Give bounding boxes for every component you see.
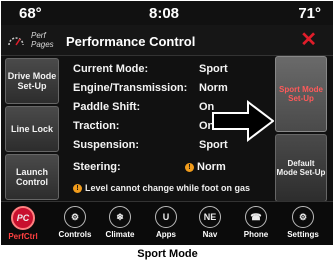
traction-label: Traction: [73,120,120,132]
gas-warning-note: ! Level cannot change while foot on gas [73,183,251,194]
nav-climate[interactable]: ❄ Climate [98,206,142,239]
nav-perfctrl[interactable]: PC PerfCtrl [1,206,45,241]
clock: 8:08 [149,5,180,22]
current-mode-value: Sport [199,63,228,75]
nav-settings[interactable]: ⚙ Settings [281,206,325,239]
engine-transmission-value: Norm [199,82,228,94]
infotainment-screen: 68° 8:08 71° Perf Pages Performance Cont… [1,1,333,245]
figure-caption: Sport Mode [137,248,198,260]
perf-control-icon: PC [11,206,35,230]
launch-control-button[interactable]: Launch Control [5,154,59,200]
engine-transmission-label: Engine/Transmission: [73,82,188,94]
driver-temperature[interactable]: 68° [19,5,42,22]
nav-navigation[interactable]: NE Nav [188,206,232,239]
nav-label: Nav [202,230,218,239]
climate-icon: ❄ [109,206,131,228]
drive-mode-setup-label: Drive Mode Set-Up [7,71,57,91]
list-item: Engine/Transmission: Norm [69,82,269,98]
close-icon[interactable]: ✕ [300,30,317,50]
status-bar: 68° 8:08 71° [1,1,333,25]
nav-controls[interactable]: ⚙ Controls [53,206,97,239]
steering-label: Steering: [73,161,121,173]
current-mode-label: Current Mode: [73,63,149,75]
nav-label: Climate [105,230,135,239]
warning-icon: ! [185,162,194,172]
warning-icon: ! [73,184,82,194]
sport-mode-setup-label: Sport Mode Set-Up [279,85,323,103]
list-item: Steering: ! Norm [69,161,269,177]
default-mode-setup-label: Default Mode Set-Up [276,159,326,177]
passenger-temperature[interactable]: 71° [298,5,321,22]
line-lock-button[interactable]: Line Lock [5,106,59,152]
header: Perf Pages Performance Control ✕ [1,25,333,56]
steering-value: Norm [197,161,226,173]
arrow-pointer-icon [212,100,274,142]
drive-mode-setup-button[interactable]: Drive Mode Set-Up [5,58,59,104]
nav-label: PerfCtrl [8,232,38,241]
sport-mode-setup-button[interactable]: Sport Mode Set-Up [275,56,327,132]
perf-pages-button[interactable]: Perf Pages [31,31,61,49]
nav-apps[interactable]: U Apps [144,206,188,239]
settings-icon: ⚙ [292,206,314,228]
list-item: Current Mode: Sport [69,63,269,79]
nav-phone[interactable]: ☎ Phone [234,206,278,239]
nav-label: Apps [156,230,176,239]
page-title: Performance Control [66,34,196,49]
nav-icon: NE [199,206,221,228]
nav-label: Phone [243,230,269,239]
launch-control-label: Launch Control [15,167,48,187]
paddle-shift-label: Paddle Shift: [73,101,141,113]
phone-icon: ☎ [245,206,267,228]
gas-warning-text: Level cannot change while foot on gas [85,183,251,193]
steering-value-wrap: ! Norm [185,161,226,173]
controls-icon: ⚙ [64,206,86,228]
apps-icon: U [155,206,177,228]
suspension-label: Suspension: [73,139,140,151]
default-mode-setup-button[interactable]: Default Mode Set-Up [275,134,327,202]
nav-label: Controls [58,230,92,239]
gauge-icon [7,34,25,48]
nav-label: Settings [287,230,319,239]
bottom-nav-bar: PC PerfCtrl ⚙ Controls ❄ Climate U Apps … [1,201,333,245]
line-lock-label: Line Lock [10,124,53,134]
